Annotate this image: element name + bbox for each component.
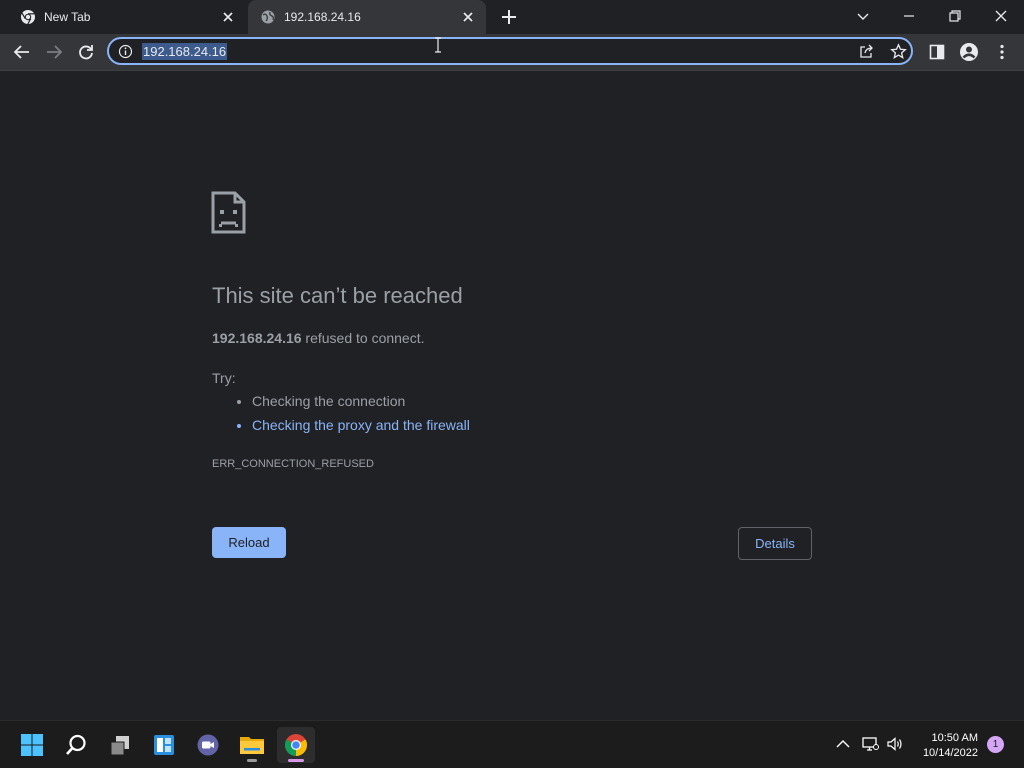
share-icon[interactable] xyxy=(858,43,875,60)
clock-time: 10:50 AM xyxy=(931,732,978,744)
error-title: This site can’t be reached xyxy=(212,283,463,308)
start-icon xyxy=(20,733,44,757)
minimize-icon[interactable] xyxy=(899,6,919,26)
sad-page-icon xyxy=(211,191,246,234)
tab-title: 192.168.24.16 xyxy=(284,10,361,24)
suggestion-check-connection: Checking the connection xyxy=(252,393,470,417)
text-cursor-icon xyxy=(433,37,443,53)
chrome-taskbar-button[interactable] xyxy=(277,727,315,763)
forward-arrow-icon[interactable] xyxy=(44,42,64,62)
task-view-button[interactable] xyxy=(101,727,139,763)
side-panel-icon[interactable] xyxy=(927,42,947,62)
show-hidden-icons-chevron-icon[interactable] xyxy=(834,735,852,753)
tab-new-tab[interactable]: New Tab xyxy=(0,0,246,34)
bookmark-star-icon[interactable] xyxy=(890,43,907,60)
file-explorer-icon xyxy=(239,733,265,757)
address-bar[interactable]: 192.168.24.16 xyxy=(107,37,913,65)
file-explorer-button[interactable] xyxy=(233,727,271,763)
profile-icon[interactable] xyxy=(959,42,979,62)
suggestion-check-proxy-firewall-link[interactable]: Checking the proxy and the firewall xyxy=(252,417,470,441)
site-info-icon[interactable] xyxy=(118,44,133,59)
network-icon[interactable] xyxy=(861,735,879,753)
teams-chat-button[interactable] xyxy=(189,727,227,763)
details-button[interactable]: Details xyxy=(738,527,812,560)
globe-icon xyxy=(260,9,276,25)
teams-chat-icon xyxy=(196,733,220,757)
restore-icon[interactable] xyxy=(945,6,965,26)
close-window-icon[interactable] xyxy=(991,6,1011,26)
tab-strip: New Tab 192.168.24.16 xyxy=(0,0,1024,34)
chrome-icon xyxy=(20,9,36,25)
reload-icon[interactable] xyxy=(76,42,96,62)
search-icon xyxy=(64,733,88,757)
try-label: Try: xyxy=(212,370,236,386)
back-arrow-icon[interactable] xyxy=(12,42,32,62)
toolbar-divider xyxy=(0,70,1024,71)
error-code: ERR_CONNECTION_REFUSED xyxy=(212,458,374,470)
tab-192-168-24-16[interactable]: 192.168.24.16 xyxy=(248,0,486,34)
active-indicator xyxy=(288,759,304,762)
volume-icon[interactable] xyxy=(886,735,904,753)
start-button[interactable] xyxy=(13,727,51,763)
error-message: refused to connect. xyxy=(301,330,425,346)
new-tab-icon[interactable] xyxy=(499,7,519,27)
chrome-icon xyxy=(284,733,308,757)
tab-search-chevron-icon[interactable] xyxy=(853,6,873,26)
error-summary: 192.168.24.16 refused to connect. xyxy=(212,330,425,346)
suggestion-list: Checking the connection Checking the pro… xyxy=(232,393,470,441)
notification-badge[interactable]: 1 xyxy=(987,736,1004,753)
error-host: 192.168.24.16 xyxy=(212,330,302,346)
widgets-button[interactable] xyxy=(145,727,183,763)
widgets-icon xyxy=(152,733,176,757)
system-clock[interactable]: 10:50 AM 10/14/2022 xyxy=(912,731,978,761)
running-indicator xyxy=(247,759,257,762)
reload-button[interactable]: Reload xyxy=(212,527,286,558)
close-tab-icon[interactable] xyxy=(220,9,236,25)
tab-title: New Tab xyxy=(44,10,91,24)
browser-toolbar: 192.168.24.16 xyxy=(0,34,1024,70)
address-url[interactable]: 192.168.24.16 xyxy=(142,43,228,60)
windows-taskbar: 10:50 AM 10/14/2022 1 xyxy=(0,720,1024,768)
close-tab-icon[interactable] xyxy=(460,9,476,25)
taskbar-search-button[interactable] xyxy=(57,727,95,763)
menu-dots-icon[interactable] xyxy=(992,42,1012,62)
task-view-icon xyxy=(108,733,132,757)
clock-date: 10/14/2022 xyxy=(922,747,978,759)
